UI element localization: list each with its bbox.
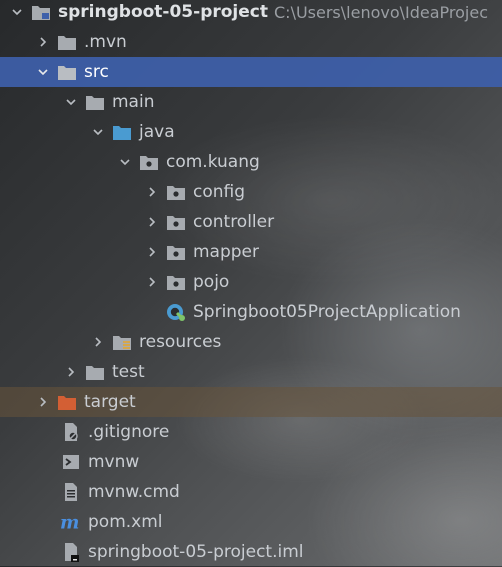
chevron-down-icon[interactable] xyxy=(91,125,105,139)
excluded-folder-icon xyxy=(56,392,78,412)
resources-folder-icon xyxy=(111,332,133,352)
spring-boot-class-icon xyxy=(165,302,187,322)
tree-node-resources[interactable]: resources xyxy=(0,327,502,357)
source-folder-icon xyxy=(111,122,133,142)
svg-text:m: m xyxy=(60,512,79,532)
chevron-down-icon[interactable] xyxy=(118,155,132,169)
folder-icon xyxy=(56,62,78,82)
tree-node-label: pojo xyxy=(193,272,230,292)
tree-node-mvnw[interactable]: mvnw xyxy=(0,447,502,477)
tree-node-label: src xyxy=(84,62,109,82)
tree-node-label: java xyxy=(139,122,175,142)
chevron-down-icon[interactable] xyxy=(10,5,24,19)
module-file-icon xyxy=(60,542,82,562)
tree-node-label: com.kuang xyxy=(166,152,260,172)
tree-node-controller[interactable]: controller xyxy=(0,207,502,237)
chevron-right-icon[interactable] xyxy=(91,335,105,349)
tree-node-label: main xyxy=(112,92,155,112)
tree-node-target[interactable]: target xyxy=(0,387,502,417)
tree-node-label: test xyxy=(112,362,145,382)
tree-node-config[interactable]: config xyxy=(0,177,502,207)
package-icon xyxy=(165,212,187,232)
tree-node-iml[interactable]: springboot-05-project.iml xyxy=(0,537,502,567)
package-icon xyxy=(165,272,187,292)
tree-node-package[interactable]: com.kuang xyxy=(0,147,502,177)
tree-node-label: .gitignore xyxy=(88,422,170,442)
maven-icon: m xyxy=(60,512,82,532)
tree-node-main[interactable]: main xyxy=(0,87,502,117)
tree-node-pojo[interactable]: pojo xyxy=(0,267,502,297)
tree-node-mvn[interactable]: .mvn xyxy=(0,27,502,57)
tree-node-label: .mvn xyxy=(84,32,127,52)
tree-node-label: resources xyxy=(139,332,222,352)
folder-icon xyxy=(84,362,106,382)
chevron-right-icon[interactable] xyxy=(145,245,159,259)
chevron-down-icon[interactable] xyxy=(64,95,78,109)
tree-node-label: springboot-05-project.iml xyxy=(88,542,304,562)
tree-node-label: controller xyxy=(193,212,275,232)
tree-node-app-class[interactable]: Springboot05ProjectApplication xyxy=(0,297,502,327)
chevron-right-icon[interactable] xyxy=(36,395,50,409)
ignore-file-icon xyxy=(60,422,82,442)
tree-node-label: mvnw xyxy=(88,452,140,472)
package-icon xyxy=(165,242,187,262)
tree-node-pom[interactable]: m pom.xml xyxy=(0,507,502,537)
project-path: C:\Users\lenovo\IdeaProjec xyxy=(274,2,489,22)
tree-node-test[interactable]: test xyxy=(0,357,502,387)
tree-node-mvnw-cmd[interactable]: mvnw.cmd xyxy=(0,477,502,507)
chevron-right-icon[interactable] xyxy=(64,365,78,379)
chevron-right-icon[interactable] xyxy=(145,185,159,199)
tree-node-mapper[interactable]: mapper xyxy=(0,237,502,267)
chevron-right-icon[interactable] xyxy=(145,275,159,289)
tree-node-label: config xyxy=(193,182,246,202)
tree-node-project-root[interactable]: springboot-05-project C:\Users\lenovo\Id… xyxy=(0,0,502,27)
tree-node-label: Springboot05ProjectApplication xyxy=(193,302,461,322)
tree-node-src[interactable]: src xyxy=(0,57,502,87)
chevron-down-icon[interactable] xyxy=(36,65,50,79)
module-folder-icon xyxy=(30,2,52,22)
chevron-right-icon[interactable] xyxy=(36,35,50,49)
tree-node-label: target xyxy=(84,392,136,412)
chevron-right-icon[interactable] xyxy=(145,215,159,229)
project-name: springboot-05-project xyxy=(58,2,268,22)
package-icon xyxy=(138,152,160,172)
tree-node-gitignore[interactable]: .gitignore xyxy=(0,417,502,447)
text-file-icon xyxy=(60,482,82,502)
tree-node-label: mapper xyxy=(193,242,260,262)
folder-icon xyxy=(56,32,78,52)
shell-script-icon xyxy=(60,452,82,472)
package-icon xyxy=(165,182,187,202)
tree-node-label: mvnw.cmd xyxy=(88,482,180,502)
folder-icon xyxy=(84,92,106,112)
tree-node-java[interactable]: java xyxy=(0,117,502,147)
tree-node-label: pom.xml xyxy=(88,512,163,532)
